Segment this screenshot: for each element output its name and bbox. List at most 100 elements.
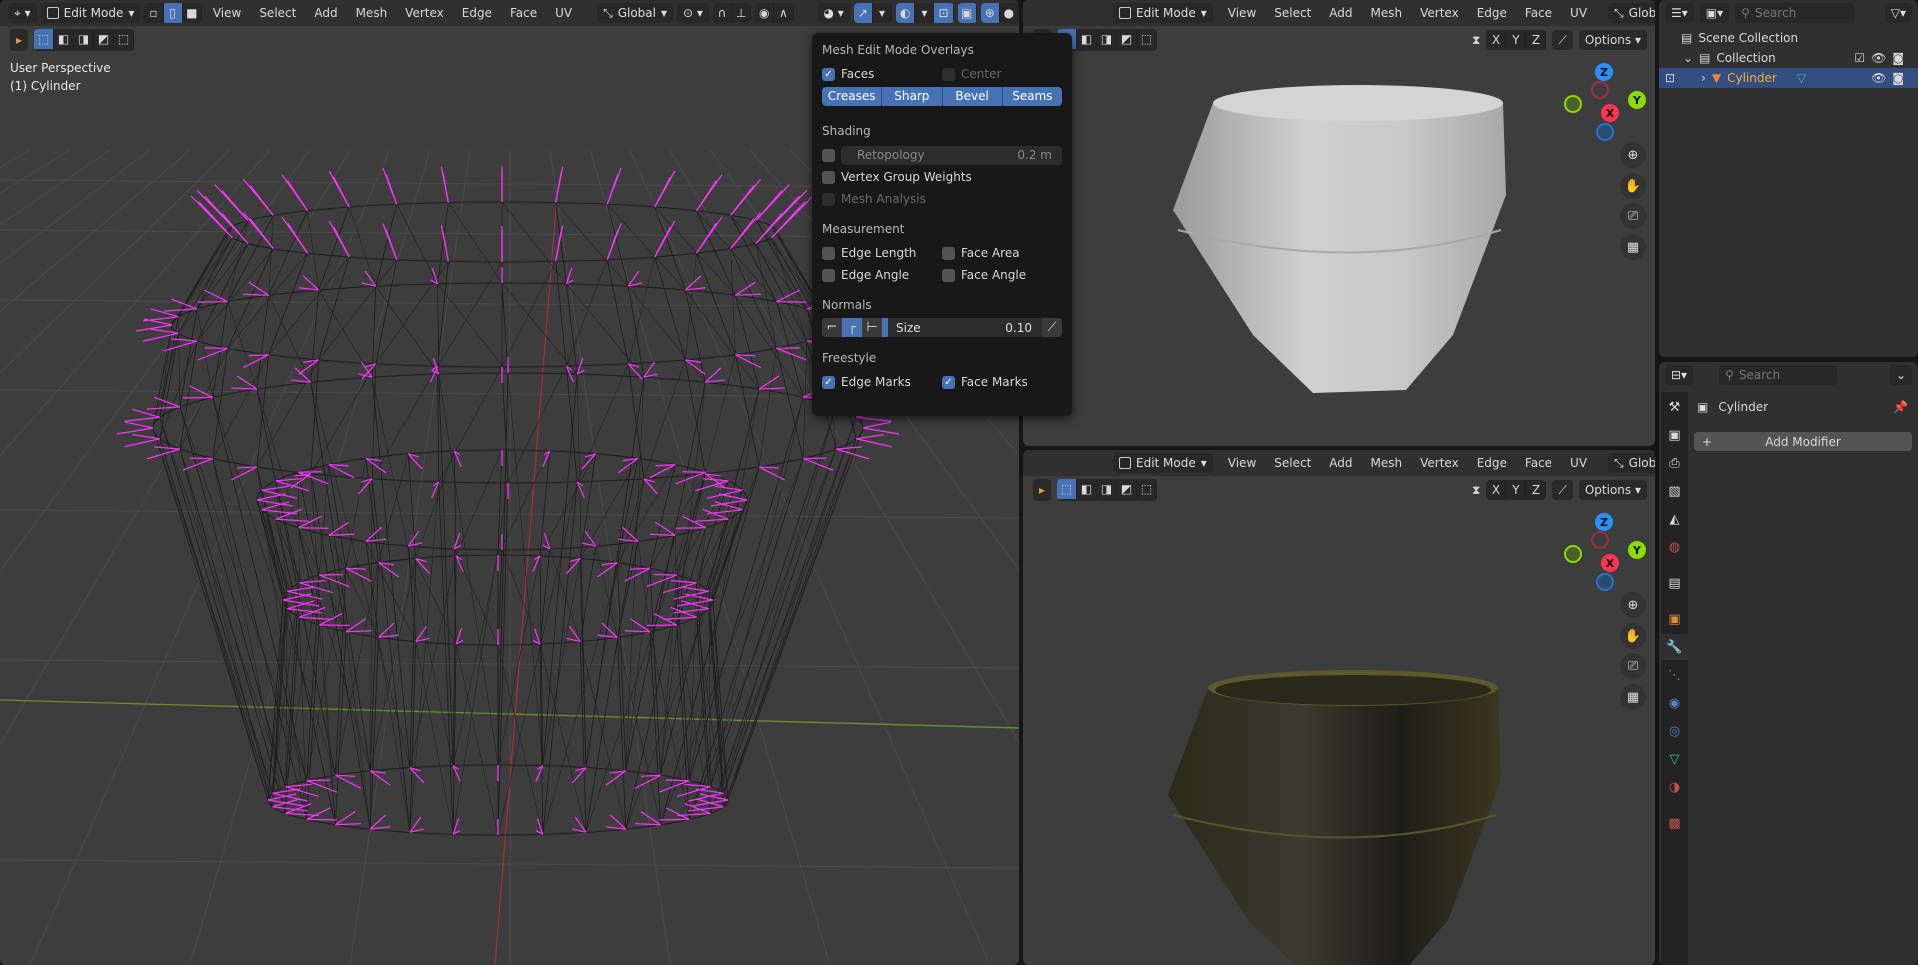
menu-vertex[interactable]: Vertex [398, 6, 451, 20]
snap-target-dropdown[interactable]: ⊥ [732, 3, 752, 23]
collection-tab-icon[interactable]: ▤ [1661, 570, 1688, 596]
orientation-dropdown[interactable]: ⤡ Global ▾ [1608, 3, 1655, 23]
edge-marks-checkbox[interactable]: ✓ Edge Marks [822, 371, 942, 393]
pan-hand-icon[interactable]: ✋ [1620, 173, 1646, 199]
mirror-z-toggle[interactable]: Z [1526, 480, 1547, 500]
mirror-x-toggle[interactable]: X [1486, 30, 1507, 50]
seams-toggle[interactable]: Seams [1002, 87, 1062, 106]
outliner-item-selected[interactable]: ⊡ › ▼ Cylinder ▽ 👁◙ [1659, 68, 1918, 88]
center-checkbox[interactable]: Center [942, 63, 1062, 85]
overlay-icon[interactable]: ◐ [896, 3, 916, 23]
vertex-normals-icon[interactable]: ⌐ [822, 318, 842, 337]
mode-dropdown[interactable]: Edit Mode ▾ [40, 3, 141, 23]
xray-icon[interactable]: ▣ [957, 3, 977, 23]
menu-view[interactable]: View [1221, 456, 1263, 470]
zoom-icon[interactable]: ⊕ [1620, 142, 1646, 168]
mode-dropdown[interactable]: Edit Mode ▾ [1113, 453, 1213, 473]
visibility-dropdown[interactable]: ◕ ▾ [817, 3, 850, 23]
menu-select[interactable]: Select [1267, 456, 1318, 470]
outliner-editor-type[interactable]: ☰▾ [1665, 3, 1694, 23]
edge-angle-checkbox[interactable]: Edge Angle [822, 264, 942, 286]
view-layer-tab-icon[interactable]: ▧ [1661, 478, 1688, 504]
bottom-right-viewport[interactable]: Edit Mode ▾ ▫▯■ View Select Add Mesh Ver… [1023, 450, 1655, 965]
menu-add[interactable]: Add [1322, 456, 1359, 470]
orientation-dropdown[interactable]: ⤡ Global ▾ [597, 3, 674, 23]
perspective-grid-icon[interactable]: ▦ [1620, 684, 1646, 710]
constant-screen-size-icon[interactable]: ⟋ [1042, 318, 1062, 337]
outliner-item[interactable]: ⌄ ▤ Collection ☑👁◙ [1659, 48, 1918, 68]
visibility-toggles[interactable]: 👁◙ [1871, 71, 1918, 85]
menu-select[interactable]: Select [252, 6, 303, 20]
select-intersect-icon[interactable]: ⬚ [1137, 29, 1158, 49]
face-normals-icon[interactable]: ⊢ [862, 318, 882, 337]
solid-shading-icon[interactable]: ● [1000, 3, 1019, 23]
gizmo-neg-y-axis[interactable] [1564, 545, 1582, 563]
edge-select-button[interactable]: ▯ [163, 3, 183, 23]
menu-edge[interactable]: Edge [1470, 456, 1514, 470]
edge-length-checkbox[interactable]: Edge Length [822, 242, 942, 264]
outliner-search[interactable]: ⚲ Search [1735, 3, 1856, 23]
gizmo-neg-z-axis[interactable] [1596, 573, 1614, 591]
mirror-y-toggle[interactable]: Y [1506, 30, 1527, 50]
pan-hand-icon[interactable]: ✋ [1620, 623, 1646, 649]
select-extend-icon[interactable]: ◧ [1077, 29, 1098, 49]
select-new-icon[interactable]: ⬚ [1057, 479, 1078, 499]
mode-dropdown[interactable]: Edit Mode ▾ [1113, 3, 1213, 23]
object-tab-icon[interactable]: ▣ [1661, 606, 1688, 632]
overlay-dropdown[interactable]: ▾ [915, 3, 935, 23]
gizmo-y-axis[interactable]: Y [1628, 91, 1646, 109]
options-dropdown[interactable]: Options ▾ [1578, 30, 1647, 50]
mirror-y-toggle[interactable]: Y [1506, 480, 1527, 500]
tool-tab-icon[interactable]: ⚒ [1661, 394, 1688, 420]
camera-view-icon[interactable]: ⎚ [1620, 653, 1646, 679]
menu-view[interactable]: View [1221, 6, 1263, 20]
gizmo-z-axis[interactable]: Z [1595, 513, 1613, 531]
visibility-toggles[interactable]: ☑👁◙ [1854, 51, 1918, 65]
menu-add[interactable]: Add [1322, 6, 1359, 20]
gizmo-neg-x-axis[interactable] [1591, 531, 1609, 549]
menu-select[interactable]: Select [1267, 6, 1318, 20]
editor-type-button[interactable]: ⌖ ▾ [8, 3, 37, 23]
select-intersect-icon[interactable]: ⬚ [1137, 479, 1158, 499]
menu-vertex[interactable]: Vertex [1413, 456, 1466, 470]
falloff-icon[interactable]: ∧ [774, 3, 794, 23]
topology-mirror-icon[interactable]: ⟋ [1552, 480, 1573, 500]
retopology-offset-field[interactable]: Retopology 0.2 m [841, 145, 1062, 165]
gizmo-neg-y-axis[interactable] [1564, 95, 1582, 113]
select-invert-icon[interactable]: ◩ [1117, 29, 1138, 49]
expand-chevron-icon[interactable]: ⌄ [1683, 51, 1693, 65]
vertex-select-button[interactable]: ▫ [144, 3, 164, 23]
select-extend-icon[interactable]: ◧ [54, 29, 75, 49]
menu-mesh[interactable]: Mesh [1364, 456, 1410, 470]
menu-edge[interactable]: Edge [455, 6, 499, 20]
select-tool-icon[interactable]: ▸ [10, 29, 29, 51]
normals-size-field[interactable]: Size 0.10 [882, 318, 1042, 337]
vertex-group-weights-checkbox[interactable]: Vertex Group Weights [822, 166, 1062, 188]
zoom-icon[interactable]: ⊕ [1620, 592, 1646, 618]
mesh-overlay-icon[interactable]: ⊡ [934, 3, 954, 23]
output-tab-icon[interactable]: ⎙ [1661, 450, 1688, 476]
menu-mesh[interactable]: Mesh [1364, 6, 1410, 20]
menu-uv[interactable]: UV [1563, 6, 1594, 20]
face-angle-checkbox[interactable]: Face Angle [942, 264, 1062, 286]
mesh-data-icon[interactable]: ▽ [1797, 71, 1806, 85]
select-invert-icon[interactable]: ◩ [1117, 479, 1138, 499]
menu-face[interactable]: Face [1518, 6, 1559, 20]
mirror-x-toggle[interactable]: X [1486, 480, 1507, 500]
viewport-canvas[interactable] [1023, 450, 1655, 965]
select-subtract-icon[interactable]: ◨ [74, 29, 95, 49]
physics-tab-icon[interactable]: ◉ [1661, 690, 1688, 716]
options-dropdown[interactable]: Options ▾ [1578, 480, 1647, 500]
proportional-edit-icon[interactable]: ◉ [755, 3, 775, 23]
pin-icon[interactable]: 📌 [1893, 400, 1908, 414]
gizmo-neg-z-axis[interactable] [1596, 123, 1614, 141]
wireframe-shading-icon[interactable]: ⊕ [980, 3, 1000, 23]
creases-toggle[interactable]: Creases [822, 87, 883, 106]
scene-tab-icon[interactable]: ◭ [1661, 506, 1688, 532]
material-tab-icon[interactable]: ◑ [1661, 774, 1688, 800]
split-normals-icon[interactable]: ┌ [842, 318, 862, 337]
select-extend-icon[interactable]: ◧ [1077, 479, 1098, 499]
menu-face[interactable]: Face [503, 6, 544, 20]
mesh-data-tab-icon[interactable]: ▽ [1661, 746, 1688, 772]
add-modifier-button[interactable]: + Add Modifier [1694, 432, 1912, 451]
